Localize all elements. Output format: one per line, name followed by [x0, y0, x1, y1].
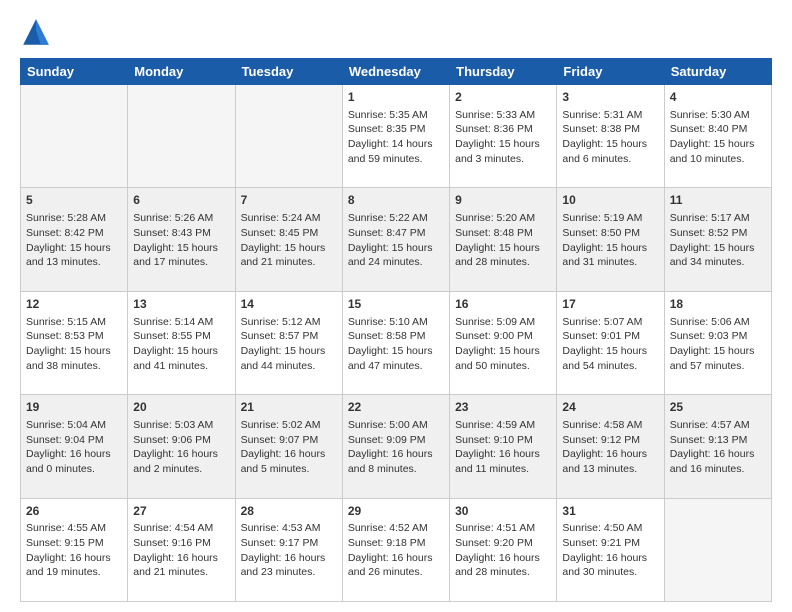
- calendar-cell: 9Sunrise: 5:20 AMSunset: 8:48 PMDaylight…: [450, 188, 557, 291]
- calendar-cell: 25Sunrise: 4:57 AMSunset: 9:13 PMDayligh…: [664, 395, 771, 498]
- day-number: 7: [241, 192, 337, 209]
- calendar-cell: 15Sunrise: 5:10 AMSunset: 8:58 PMDayligh…: [342, 291, 449, 394]
- day-number: 15: [348, 296, 444, 313]
- calendar-cell: 16Sunrise: 5:09 AMSunset: 9:00 PMDayligh…: [450, 291, 557, 394]
- calendar-cell: [21, 85, 128, 188]
- calendar-cell: 12Sunrise: 5:15 AMSunset: 8:53 PMDayligh…: [21, 291, 128, 394]
- calendar-header-saturday: Saturday: [664, 59, 771, 85]
- calendar-cell: 7Sunrise: 5:24 AMSunset: 8:45 PMDaylight…: [235, 188, 342, 291]
- calendar-cell: [235, 85, 342, 188]
- calendar-cell: 30Sunrise: 4:51 AMSunset: 9:20 PMDayligh…: [450, 498, 557, 601]
- day-number: 25: [670, 399, 766, 416]
- calendar-header-friday: Friday: [557, 59, 664, 85]
- calendar-cell: [664, 498, 771, 601]
- calendar-cell: 29Sunrise: 4:52 AMSunset: 9:18 PMDayligh…: [342, 498, 449, 601]
- day-number: 12: [26, 296, 122, 313]
- calendar-cell: 21Sunrise: 5:02 AMSunset: 9:07 PMDayligh…: [235, 395, 342, 498]
- day-number: 16: [455, 296, 551, 313]
- calendar-cell: 23Sunrise: 4:59 AMSunset: 9:10 PMDayligh…: [450, 395, 557, 498]
- calendar-cell: 27Sunrise: 4:54 AMSunset: 9:16 PMDayligh…: [128, 498, 235, 601]
- calendar-cell: 2Sunrise: 5:33 AMSunset: 8:36 PMDaylight…: [450, 85, 557, 188]
- day-number: 9: [455, 192, 551, 209]
- calendar-cell: 5Sunrise: 5:28 AMSunset: 8:42 PMDaylight…: [21, 188, 128, 291]
- calendar-cell: 17Sunrise: 5:07 AMSunset: 9:01 PMDayligh…: [557, 291, 664, 394]
- calendar-cell: 10Sunrise: 5:19 AMSunset: 8:50 PMDayligh…: [557, 188, 664, 291]
- day-number: 19: [26, 399, 122, 416]
- day-number: 13: [133, 296, 229, 313]
- day-number: 22: [348, 399, 444, 416]
- day-number: 27: [133, 503, 229, 520]
- calendar-cell: 20Sunrise: 5:03 AMSunset: 9:06 PMDayligh…: [128, 395, 235, 498]
- day-number: 8: [348, 192, 444, 209]
- calendar-cell: 4Sunrise: 5:30 AMSunset: 8:40 PMDaylight…: [664, 85, 771, 188]
- calendar-week-row: 19Sunrise: 5:04 AMSunset: 9:04 PMDayligh…: [21, 395, 772, 498]
- calendar-cell: 1Sunrise: 5:35 AMSunset: 8:35 PMDaylight…: [342, 85, 449, 188]
- calendar-header-monday: Monday: [128, 59, 235, 85]
- calendar-cell: 26Sunrise: 4:55 AMSunset: 9:15 PMDayligh…: [21, 498, 128, 601]
- calendar-cell: 18Sunrise: 5:06 AMSunset: 9:03 PMDayligh…: [664, 291, 771, 394]
- logo: [20, 16, 56, 48]
- calendar-cell: 22Sunrise: 5:00 AMSunset: 9:09 PMDayligh…: [342, 395, 449, 498]
- day-number: 26: [26, 503, 122, 520]
- calendar-header-sunday: Sunday: [21, 59, 128, 85]
- day-number: 31: [562, 503, 658, 520]
- calendar-week-row: 1Sunrise: 5:35 AMSunset: 8:35 PMDaylight…: [21, 85, 772, 188]
- header: [20, 16, 772, 48]
- day-number: 30: [455, 503, 551, 520]
- day-number: 24: [562, 399, 658, 416]
- day-number: 18: [670, 296, 766, 313]
- page: SundayMondayTuesdayWednesdayThursdayFrid…: [0, 0, 792, 612]
- calendar-cell: 28Sunrise: 4:53 AMSunset: 9:17 PMDayligh…: [235, 498, 342, 601]
- calendar-header-thursday: Thursday: [450, 59, 557, 85]
- calendar-table: SundayMondayTuesdayWednesdayThursdayFrid…: [20, 58, 772, 602]
- calendar-cell: 24Sunrise: 4:58 AMSunset: 9:12 PMDayligh…: [557, 395, 664, 498]
- calendar-cell: 13Sunrise: 5:14 AMSunset: 8:55 PMDayligh…: [128, 291, 235, 394]
- day-number: 29: [348, 503, 444, 520]
- calendar-header-tuesday: Tuesday: [235, 59, 342, 85]
- day-number: 3: [562, 89, 658, 106]
- day-number: 20: [133, 399, 229, 416]
- day-number: 1: [348, 89, 444, 106]
- calendar-cell: 8Sunrise: 5:22 AMSunset: 8:47 PMDaylight…: [342, 188, 449, 291]
- calendar-cell: [128, 85, 235, 188]
- day-number: 6: [133, 192, 229, 209]
- calendar-header-wednesday: Wednesday: [342, 59, 449, 85]
- calendar-cell: 3Sunrise: 5:31 AMSunset: 8:38 PMDaylight…: [557, 85, 664, 188]
- calendar-week-row: 5Sunrise: 5:28 AMSunset: 8:42 PMDaylight…: [21, 188, 772, 291]
- calendar-cell: 6Sunrise: 5:26 AMSunset: 8:43 PMDaylight…: [128, 188, 235, 291]
- day-number: 10: [562, 192, 658, 209]
- day-number: 17: [562, 296, 658, 313]
- day-number: 14: [241, 296, 337, 313]
- calendar-header-row: SundayMondayTuesdayWednesdayThursdayFrid…: [21, 59, 772, 85]
- day-number: 11: [670, 192, 766, 209]
- calendar-cell: 14Sunrise: 5:12 AMSunset: 8:57 PMDayligh…: [235, 291, 342, 394]
- logo-icon: [20, 16, 52, 48]
- calendar-week-row: 26Sunrise: 4:55 AMSunset: 9:15 PMDayligh…: [21, 498, 772, 601]
- calendar-cell: 19Sunrise: 5:04 AMSunset: 9:04 PMDayligh…: [21, 395, 128, 498]
- day-number: 2: [455, 89, 551, 106]
- day-number: 5: [26, 192, 122, 209]
- calendar-week-row: 12Sunrise: 5:15 AMSunset: 8:53 PMDayligh…: [21, 291, 772, 394]
- day-number: 21: [241, 399, 337, 416]
- calendar-cell: 11Sunrise: 5:17 AMSunset: 8:52 PMDayligh…: [664, 188, 771, 291]
- day-number: 23: [455, 399, 551, 416]
- calendar-cell: 31Sunrise: 4:50 AMSunset: 9:21 PMDayligh…: [557, 498, 664, 601]
- day-number: 28: [241, 503, 337, 520]
- day-number: 4: [670, 89, 766, 106]
